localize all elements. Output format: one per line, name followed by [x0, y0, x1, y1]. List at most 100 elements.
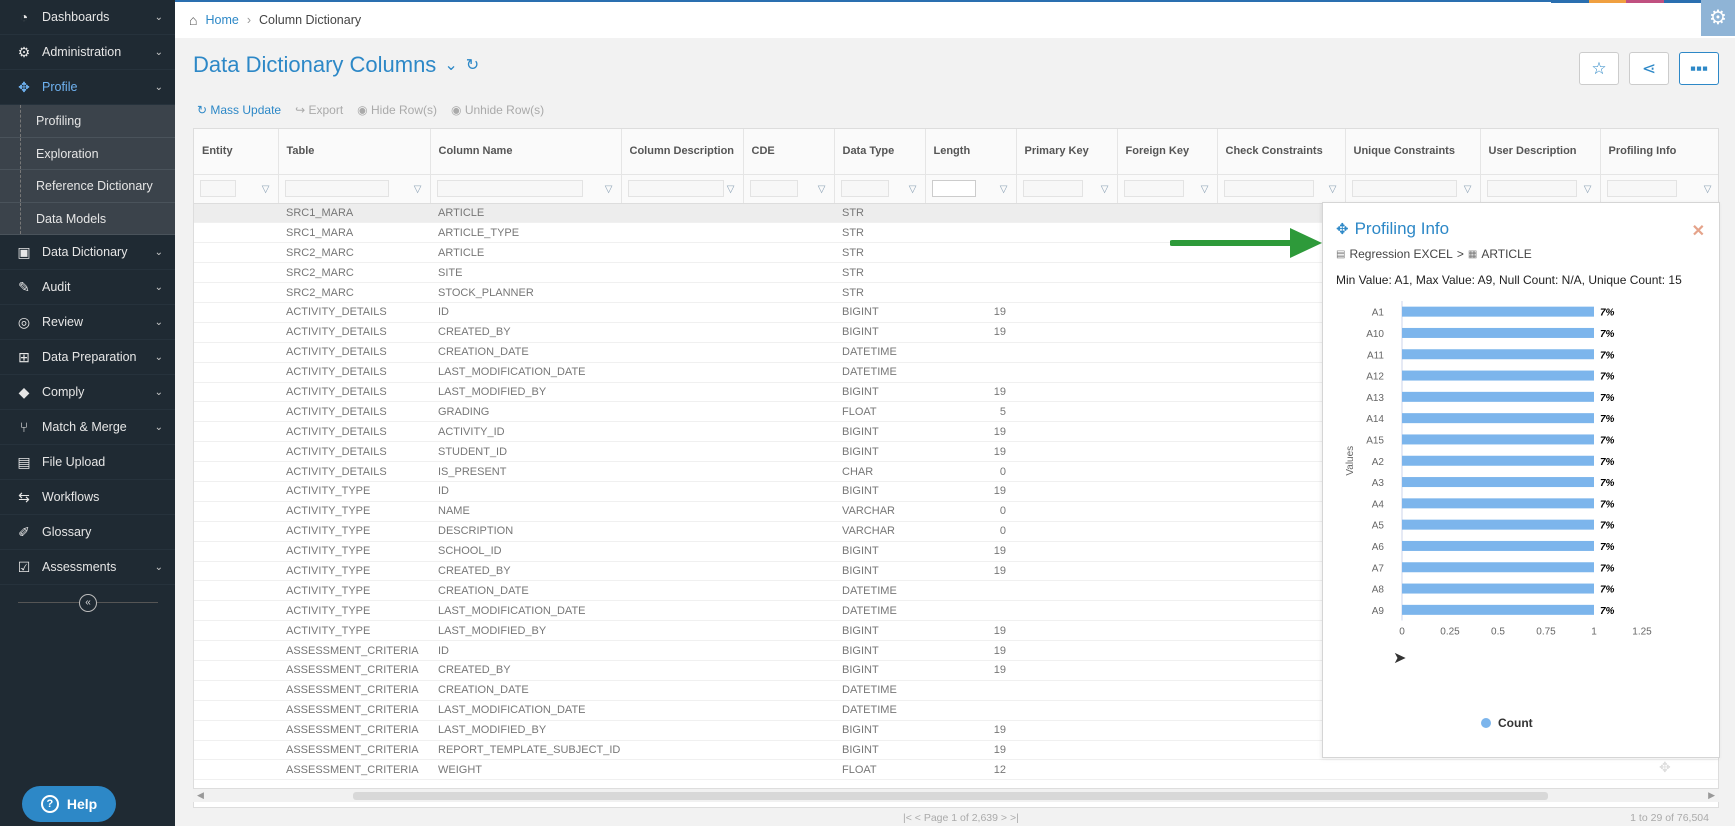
more-button[interactable]: ▪▪▪ [1679, 52, 1719, 85]
submenu-item-reference-dictionary[interactable]: Reference Dictionary [0, 170, 175, 203]
column-header[interactable]: Foreign Key [1117, 129, 1218, 175]
submenu-item-exploration[interactable]: Exploration [0, 137, 175, 170]
table-cell [1016, 481, 1117, 501]
close-icon[interactable]: ✕ [1692, 221, 1705, 241]
sidebar-item-match-merge[interactable]: ⑂ Match & Merge ⌄ [0, 410, 175, 445]
filter-icon[interactable]: ▽ [818, 184, 826, 195]
filter-input[interactable] [931, 180, 976, 197]
filter-icon[interactable]: ▽ [1329, 184, 1337, 195]
filter-icon[interactable]: ▽ [909, 184, 917, 195]
column-filter: ▽ [1117, 174, 1218, 204]
filter-input[interactable] [1123, 180, 1184, 197]
scrollbar-thumb[interactable] [353, 792, 1548, 800]
column-header[interactable]: Column Description [621, 129, 744, 175]
column-header[interactable]: Entity [194, 129, 279, 175]
settings-gear-icon[interactable]: ⚙ [1701, 0, 1735, 36]
filter-input[interactable] [284, 180, 389, 197]
submenu-item-data-models[interactable]: Data Models [0, 202, 175, 235]
sidebar-item-assessments[interactable]: ☑ Assessments ⌄ [0, 550, 175, 585]
table-row[interactable]: ASSESSMENT_CRITERIA WEIGHT FLOAT 12 [194, 760, 1718, 780]
scroll-right-icon[interactable]: ▶ [1708, 790, 1715, 801]
filter-icon[interactable]: ▽ [1704, 184, 1712, 195]
sidebar-item-comply[interactable]: ◆ Comply ⌄ [0, 375, 175, 410]
table-cell: 19 [993, 485, 1006, 498]
table-cell [1117, 362, 1217, 382]
filter-input[interactable] [1351, 180, 1457, 197]
resize-icon[interactable]: ✥ [1659, 759, 1671, 776]
filter-icon[interactable]: ▽ [605, 184, 613, 195]
filter-icon[interactable]: ▽ [1584, 184, 1592, 195]
column-header[interactable]: Column Name [430, 129, 622, 175]
table-cell [621, 223, 743, 243]
filter-icon[interactable]: ▽ [1101, 184, 1109, 195]
path-source: Regression EXCEL [1349, 247, 1453, 261]
filter-input[interactable] [840, 180, 889, 197]
chevron-down-icon[interactable]: ⌄ [444, 55, 457, 75]
filter-input[interactable] [1606, 180, 1677, 197]
x-tick-label: 0.25 [1440, 627, 1460, 638]
filter-input[interactable] [436, 180, 583, 197]
sidebar-item-glossary[interactable]: ✐ Glossary [0, 515, 175, 550]
column-header[interactable]: Table [278, 129, 431, 175]
table-cell [1117, 720, 1217, 740]
collapse-sidebar-icon[interactable]: « [79, 594, 97, 612]
filter-icon[interactable]: ▽ [1464, 184, 1472, 195]
horizontal-scrollbar[interactable]: ◀ ▶ [193, 788, 1719, 802]
filter-input[interactable] [1223, 180, 1314, 197]
filter-input[interactable] [1486, 180, 1577, 197]
column-header[interactable]: Length [925, 129, 1017, 175]
column-header[interactable]: Check Constraints [1217, 129, 1346, 175]
sidebar-item-audit[interactable]: ✎ Audit ⌄ [0, 270, 175, 305]
column-header[interactable]: Primary Key [1016, 129, 1118, 175]
table-cell [743, 660, 834, 680]
audit-icon: ✎ [18, 278, 30, 295]
table-cell: ACTIVITY_DETAILS [286, 405, 387, 418]
filter-input[interactable] [627, 180, 724, 197]
column-header[interactable]: Profiling Info [1600, 129, 1718, 175]
share-button[interactable]: ⋖ [1629, 52, 1669, 85]
filter-icon[interactable]: ▽ [1201, 184, 1209, 195]
filter-icon[interactable]: ▽ [262, 184, 270, 195]
home-icon[interactable]: ⌂ [189, 12, 197, 28]
bar [1402, 370, 1594, 381]
breadcrumb-home[interactable]: Home [205, 13, 238, 27]
table-cell: FLOAT [842, 763, 877, 776]
sidebar-item-file-upload[interactable]: ▤ File Upload [0, 445, 175, 480]
column-header[interactable]: Data Type [834, 129, 926, 175]
mass-update-button[interactable]: ↻ Mass Update [197, 103, 281, 117]
data-label: 7% [1600, 521, 1615, 532]
submenu-item-profiling[interactable]: Profiling [0, 105, 175, 138]
category-label: A7 [1372, 563, 1385, 574]
review-icon: ◎ [17, 313, 31, 330]
column-header[interactable]: User Description [1480, 129, 1601, 175]
table-cell [1016, 302, 1117, 322]
filter-icon[interactable]: ▽ [1000, 184, 1008, 195]
column-header[interactable]: Unique Constraints [1345, 129, 1481, 175]
sidebar-item-dashboards[interactable]: ◔ Dashboards ⌄ [0, 0, 175, 35]
column-header[interactable]: CDE [743, 129, 835, 175]
unhide-rows-button[interactable]: ◉ Unhide Row(s) [451, 103, 544, 117]
filter-icon[interactable]: ▽ [727, 184, 735, 195]
data-label: 7% [1600, 478, 1615, 489]
export-button[interactable]: ↪ Export [295, 103, 343, 117]
filter-icon[interactable]: ▽ [414, 184, 422, 195]
scroll-left-icon[interactable]: ◀ [197, 790, 204, 801]
profile-icon: ✥ [1336, 221, 1349, 238]
chart-legend[interactable]: Count [1481, 716, 1533, 730]
sidebar-item-workflows[interactable]: ⇆ Workflows [0, 480, 175, 515]
sidebar-item-data-dictionary[interactable]: ▣ Data Dictionary ⌄ [0, 235, 175, 270]
filter-input[interactable] [200, 180, 236, 197]
filter-input[interactable] [749, 180, 798, 197]
sidebar-item-data-preparation[interactable]: ⊞ Data Preparation ⌄ [0, 340, 175, 375]
table-cell [621, 342, 743, 362]
category-label: A13 [1366, 393, 1384, 404]
refresh-icon[interactable]: ↻ [466, 55, 479, 75]
sidebar-item-administration[interactable]: ⚙ Administration ⌄ [0, 35, 175, 70]
category-label: A1 [1372, 308, 1385, 319]
sidebar-item-profile[interactable]: ✥ Profile ⌄ [0, 70, 175, 105]
hide-rows-button[interactable]: ◉ Hide Row(s) [357, 103, 437, 117]
filter-input[interactable] [1022, 180, 1083, 197]
sidebar-item-review[interactable]: ◎ Review ⌄ [0, 305, 175, 340]
favorite-button[interactable]: ☆ [1579, 52, 1619, 85]
help-button[interactable]: ? Help [22, 786, 116, 822]
